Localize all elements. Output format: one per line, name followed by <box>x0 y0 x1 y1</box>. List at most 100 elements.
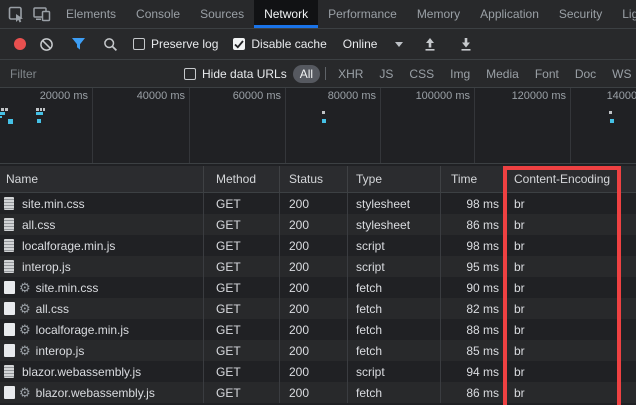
cell-status: 200 <box>279 382 347 403</box>
har-icons <box>417 32 479 56</box>
cell-filler <box>620 361 636 382</box>
import-har-icon[interactable] <box>417 32 443 56</box>
cell-name: ⚙all.css <box>0 298 203 319</box>
cell-time: 85 ms <box>440 340 505 361</box>
timeline-tick-label: 100000 ms <box>408 90 470 102</box>
column-header-status[interactable]: Status <box>279 166 347 192</box>
disable-cache-toggle[interactable]: Disable cache <box>233 37 326 51</box>
timeline-activity-marker <box>1 108 4 111</box>
device-toolbar-icon[interactable] <box>32 4 52 24</box>
disable-cache-checkbox[interactable] <box>233 38 245 50</box>
cell-status: 200 <box>279 340 347 361</box>
cell-time: 86 ms <box>440 214 505 235</box>
column-header-type[interactable]: Type <box>347 166 440 192</box>
column-header-time[interactable]: Time <box>440 166 505 192</box>
tab-performance[interactable]: Performance <box>318 0 407 28</box>
cell-status: 200 <box>279 235 347 256</box>
filter-funnel-icon[interactable] <box>65 32 91 56</box>
search-icon[interactable] <box>97 32 123 56</box>
tab-sources[interactable]: Sources <box>190 0 254 28</box>
type-filter-js[interactable]: JS <box>372 65 400 83</box>
type-filter-font[interactable]: Font <box>528 65 566 83</box>
tab-memory[interactable]: Memory <box>407 0 470 28</box>
toolbar-left-icons <box>0 0 56 28</box>
request-name: blazor.webassembly.js <box>22 365 141 379</box>
cell-time: 98 ms <box>440 193 505 214</box>
disable-cache-label: Disable cache <box>251 37 326 51</box>
request-name: blazor.webassembly.js <box>36 386 155 400</box>
preserve-log-checkbox[interactable] <box>133 38 145 50</box>
type-filter-img[interactable]: Img <box>443 65 477 83</box>
table-row[interactable]: site.min.cssGET200stylesheet98 msbr <box>0 193 636 214</box>
cell-content-encoding: br <box>505 340 620 361</box>
type-filter-doc[interactable]: Doc <box>568 65 603 83</box>
cell-content-encoding: br <box>505 214 620 235</box>
timeline-activity-marker <box>322 119 326 123</box>
column-header-filler <box>620 166 636 192</box>
tab-console[interactable]: Console <box>126 0 190 28</box>
type-filter-media[interactable]: Media <box>479 65 526 83</box>
fetch-file-icon <box>4 323 15 336</box>
table-body: site.min.cssGET200stylesheet98 msbrall.c… <box>0 193 636 405</box>
panel-tabs: ElementsConsoleSourcesNetworkPerformance… <box>56 0 636 28</box>
timeline-activity-marker <box>322 111 325 114</box>
cell-name: ⚙localforage.min.js <box>0 319 203 340</box>
cell-name: localforage.min.js <box>0 235 203 256</box>
cell-content-encoding: br <box>505 193 620 214</box>
column-header-name[interactable]: Name <box>0 166 203 192</box>
network-toolbar: Preserve log Disable cache Online <box>0 29 636 60</box>
cell-type: fetch <box>347 319 440 340</box>
table-row[interactable]: all.cssGET200stylesheet86 msbr <box>0 214 636 235</box>
inspect-icon[interactable] <box>6 4 26 24</box>
preserve-log-label: Preserve log <box>151 37 218 51</box>
timeline-gridline <box>474 88 475 163</box>
tab-lighthouse[interactable]: Lighthouse <box>612 0 636 28</box>
type-filter-css[interactable]: CSS <box>402 65 441 83</box>
timeline-tick-label: 120000 ms <box>504 90 566 102</box>
cell-method: GET <box>203 214 279 235</box>
cell-content-encoding: br <box>505 298 620 319</box>
table-row[interactable]: ⚙localforage.min.jsGET200fetch88 msbr <box>0 319 636 340</box>
filter-input[interactable] <box>8 66 172 82</box>
timeline-tick-label: 40000 ms <box>123 90 185 102</box>
column-header-content-encoding[interactable]: Content-Encoding <box>505 166 620 192</box>
timeline-tick-label: 20000 ms <box>26 90 88 102</box>
timeline-gridline <box>570 88 571 163</box>
table-row[interactable]: interop.jsGET200script95 msbr <box>0 256 636 277</box>
tab-network[interactable]: Network <box>254 0 318 28</box>
table-row[interactable]: ⚙interop.jsGET200fetch85 msbr <box>0 340 636 361</box>
network-overview-timeline[interactable]: 20000 ms40000 ms60000 ms80000 ms100000 m… <box>0 88 636 164</box>
preserve-log-toggle[interactable]: Preserve log <box>133 37 218 51</box>
tab-application[interactable]: Application <box>470 0 549 28</box>
hide-data-urls-checkbox[interactable] <box>184 68 196 80</box>
cell-name: ⚙interop.js <box>0 340 203 361</box>
document-icon <box>4 197 14 210</box>
throttling-value: Online <box>343 37 378 51</box>
table-row[interactable]: localforage.min.jsGET200script98 msbr <box>0 235 636 256</box>
tab-security[interactable]: Security <box>549 0 612 28</box>
cell-filler <box>620 235 636 256</box>
timeline-activity-marker <box>36 108 39 111</box>
table-row[interactable]: blazor.webassembly.jsGET200script94 msbr <box>0 361 636 382</box>
table-row[interactable]: ⚙site.min.cssGET200fetch90 msbr <box>0 277 636 298</box>
type-filter-all[interactable]: All <box>293 65 320 83</box>
fetch-file-icon <box>4 344 15 357</box>
throttling-select[interactable]: Online <box>343 37 404 51</box>
table-row[interactable]: ⚙blazor.webassembly.jsGET200fetch86 msbr <box>0 382 636 403</box>
type-filter-ws[interactable]: WS <box>605 65 636 83</box>
hide-data-urls-toggle[interactable]: Hide data URLs <box>184 67 287 81</box>
clear-icon[interactable] <box>33 32 59 56</box>
cell-content-encoding: br <box>505 382 620 403</box>
cell-type: fetch <box>347 382 440 403</box>
cell-type: script <box>347 361 440 382</box>
type-filter-xhr[interactable]: XHR <box>331 65 370 83</box>
record-icon[interactable] <box>7 32 33 56</box>
timeline-tick-label: 140000 ms <box>599 90 636 102</box>
cell-filler <box>620 298 636 319</box>
column-header-method[interactable]: Method <box>203 166 279 192</box>
tab-elements[interactable]: Elements <box>56 0 126 28</box>
table-row[interactable]: ⚙all.cssGET200fetch82 msbr <box>0 298 636 319</box>
cell-method: GET <box>203 319 279 340</box>
timeline-activity-marker <box>36 112 43 115</box>
export-har-icon[interactable] <box>453 32 479 56</box>
